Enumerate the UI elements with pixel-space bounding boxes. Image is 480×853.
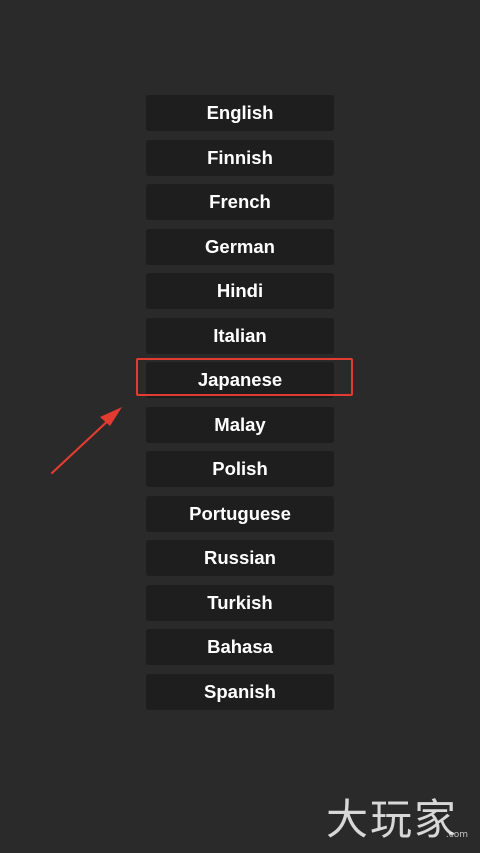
language-label: Turkish: [207, 591, 273, 613]
watermark-sub: .com: [445, 830, 468, 840]
language-option-english[interactable]: English: [146, 95, 334, 131]
language-select-screen: English Finnish French German Hindi Ital…: [0, 0, 480, 853]
language-list: English Finnish French German Hindi Ital…: [146, 95, 334, 718]
language-option-polish[interactable]: Polish: [146, 451, 334, 487]
language-label: Spanish: [204, 680, 276, 702]
language-label: Malay: [214, 413, 266, 435]
watermark-text: 大玩家: [326, 795, 459, 844]
language-label: Hindi: [216, 280, 264, 301]
language-option-german[interactable]: German: [146, 228, 334, 265]
language-option-french[interactable]: French: [146, 184, 334, 220]
watermark-logo: 大玩家 .com: [326, 792, 476, 848]
red-arrow-icon: [50, 407, 122, 475]
language-label: Russian: [204, 547, 276, 568]
language-label: Portuguese: [189, 502, 291, 524]
language-option-portuguese[interactable]: Portuguese: [146, 495, 334, 532]
language-option-bahasa[interactable]: Bahasa: [146, 629, 334, 665]
language-label: Italian: [213, 324, 267, 346]
language-option-finnish[interactable]: Finnish: [146, 139, 334, 176]
language-option-russian[interactable]: Russian: [146, 540, 334, 576]
language-option-spanish[interactable]: Spanish: [146, 673, 334, 710]
language-label: French: [209, 191, 271, 212]
language-option-turkish[interactable]: Turkish: [146, 584, 334, 621]
language-label: Japanese: [197, 369, 283, 390]
language-label: English: [206, 102, 274, 123]
language-option-malay[interactable]: Malay: [146, 406, 334, 443]
language-option-italian[interactable]: Italian: [146, 317, 334, 354]
language-label: Polish: [212, 458, 268, 479]
language-label: German: [205, 235, 275, 257]
language-option-hindi[interactable]: Hindi: [146, 273, 334, 309]
language-label: Finnish: [207, 146, 273, 168]
language-option-japanese[interactable]: Japanese: [146, 362, 334, 398]
language-label: Bahasa: [207, 636, 273, 657]
